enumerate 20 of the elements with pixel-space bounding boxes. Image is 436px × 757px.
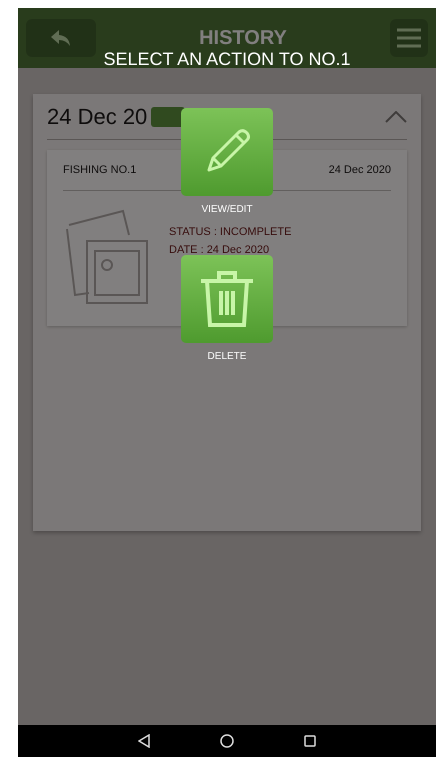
back-icon[interactable] bbox=[138, 734, 150, 748]
home-icon[interactable] bbox=[220, 734, 234, 748]
menu-icon bbox=[396, 28, 421, 48]
reply-arrow-icon bbox=[51, 30, 71, 46]
dialog-title: SELECT AN ACTION TO NO.1 bbox=[103, 49, 351, 70]
chevron-icon[interactable] bbox=[385, 110, 407, 122]
action-label: VIEW/EDIT bbox=[201, 204, 253, 215]
recents-icon[interactable] bbox=[304, 735, 316, 747]
delete-button[interactable] bbox=[181, 255, 273, 343]
group-date: 24 Dec 20 bbox=[47, 104, 148, 130]
entry-date: 24 Dec 2020 bbox=[328, 164, 391, 176]
action-label: DELETE bbox=[208, 351, 246, 362]
entry-detail: STATUS : INCOMPLETE bbox=[169, 225, 292, 240]
entry-title: FISHING NO.1 bbox=[63, 164, 136, 176]
screen-title: HISTORY bbox=[199, 26, 287, 50]
menu-button[interactable] bbox=[390, 19, 428, 57]
entry-detail: DATE : 24 Dec 2020 bbox=[169, 243, 270, 258]
edit-button[interactable] bbox=[181, 108, 273, 196]
status-badge bbox=[151, 106, 186, 126]
back-button[interactable] bbox=[26, 19, 96, 57]
